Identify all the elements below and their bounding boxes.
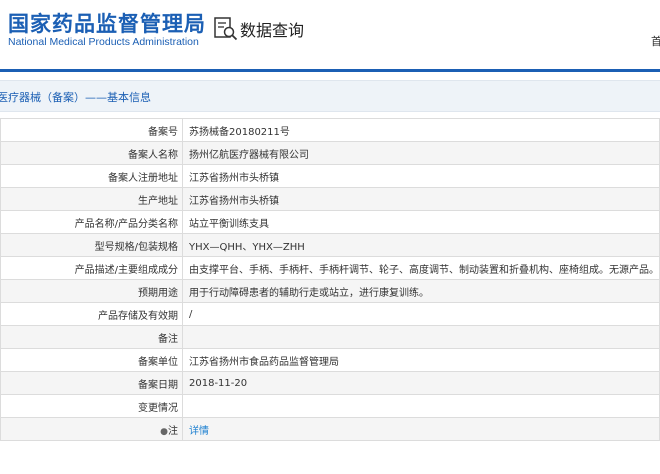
site-header: 国家药品监督管理局 National Medical Products Admi…: [0, 0, 660, 68]
row-value: YHX—QHH、YHX—ZHH: [182, 233, 660, 257]
table-row: ●注 详情: [0, 417, 660, 441]
table-row: 生产地址 江苏省扬州市头桥镇: [0, 187, 660, 211]
table-row: 备注: [0, 325, 660, 349]
row-value: [182, 394, 660, 418]
home-link[interactable]: 首: [651, 33, 660, 49]
row-label: 备案单位: [0, 348, 183, 372]
row-value: /: [182, 302, 660, 326]
detail-link[interactable]: 详情: [189, 426, 209, 437]
table-row: 备案人名称 扬州亿航医疗器械有限公司: [0, 141, 660, 165]
note-label-cell: ●注: [0, 417, 183, 441]
row-value: 站立平衡训练支具: [182, 210, 660, 234]
pin-icon: ●: [160, 426, 168, 437]
row-value: 由支撑平台、手柄、手柄杆、手柄杆调节、轮子、高度调节、制动装置和折叠机构、座椅组…: [182, 256, 660, 280]
row-value: 江苏省扬州市头桥镇: [182, 164, 660, 188]
row-value: [182, 325, 660, 349]
data-query-title: 数据查询: [240, 21, 305, 40]
row-value: 详情: [182, 417, 660, 441]
row-label: 备案人注册地址: [0, 164, 183, 188]
table-row: 产品名称/产品分类名称 站立平衡训练支具: [0, 210, 660, 234]
table-row: 变更情况: [0, 394, 660, 418]
row-label: 注: [168, 425, 178, 437]
row-label: 生产地址: [0, 187, 183, 211]
row-value: 扬州亿航医疗器械有限公司: [182, 141, 660, 165]
table-row: 产品存储及有效期 /: [0, 302, 660, 326]
table-row: 备案单位 江苏省扬州市食品药品监督管理局: [0, 348, 660, 372]
row-label: 产品描述/主要组成成分: [0, 256, 183, 280]
row-value: 用于行动障碍患者的辅助行走或站立，进行康复训练。: [182, 279, 660, 303]
row-label: 变更情况: [0, 394, 183, 418]
row-label: 备案人名称: [0, 141, 183, 165]
logo-chinese[interactable]: 国家药品监督管理局: [8, 8, 206, 38]
logo-english[interactable]: National Medical Products Administration: [8, 36, 199, 48]
row-label: 产品名称/产品分类名称: [0, 210, 183, 234]
table-row: 备案号 苏扬械备20180211号: [0, 118, 660, 142]
data-query-icon: [214, 17, 238, 41]
row-label: 备案号: [0, 118, 183, 142]
row-label: 预期用途: [0, 279, 183, 303]
row-label: 型号规格/包装规格: [0, 233, 183, 257]
section-title: 医疗器械（备案）——基本信息: [0, 91, 151, 104]
section-header: 医疗器械（备案）——基本信息: [0, 80, 660, 112]
table-row: 预期用途 用于行动障碍患者的辅助行走或站立，进行康复训练。: [0, 279, 660, 303]
row-value: 江苏省扬州市头桥镇: [182, 187, 660, 211]
table-row: 产品描述/主要组成成分 由支撑平台、手柄、手柄杆、手柄杆调节、轮子、高度调节、制…: [0, 256, 660, 280]
table-row: 型号规格/包装规格 YHX—QHH、YHX—ZHH: [0, 233, 660, 257]
row-value: 江苏省扬州市食品药品监督管理局: [182, 348, 660, 372]
row-label: 备案日期: [0, 371, 183, 395]
table-row: 备案人注册地址 江苏省扬州市头桥镇: [0, 164, 660, 188]
row-label: 产品存储及有效期: [0, 302, 183, 326]
row-value: 2018-11-20: [182, 371, 660, 395]
table-row: 备案日期 2018-11-20: [0, 371, 660, 395]
info-table: 备案号 苏扬械备20180211号 备案人名称 扬州亿航医疗器械有限公司 备案人…: [0, 118, 660, 441]
header-divider: [0, 69, 660, 72]
row-value: 苏扬械备20180211号: [182, 118, 660, 142]
row-label: 备注: [0, 325, 183, 349]
